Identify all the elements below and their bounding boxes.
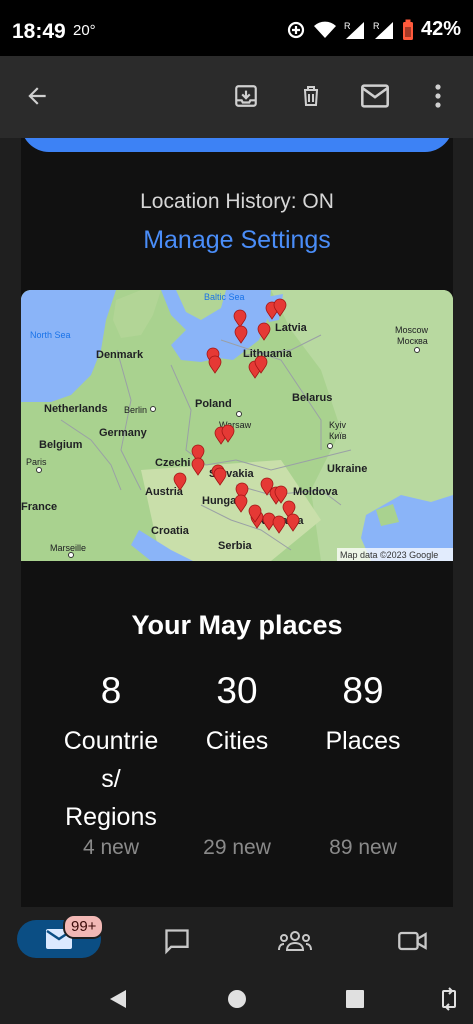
manage-settings-link[interactable]: Manage Settings [21,226,453,255]
map-label-croatia: Croatia [151,525,190,537]
map-label-poland: Poland [195,398,232,410]
map-label-latvia: Latvia [275,322,308,334]
archive-icon [235,85,257,107]
system-navigation [0,972,473,1024]
map-label-kyiv-ua: Київ [329,431,347,441]
status-icons: R R 42% [286,18,461,41]
stat-countries-value: 8 [100,670,122,711]
app-bar [0,56,473,138]
signal-r-icon: R [344,21,364,39]
delete-button[interactable] [291,76,331,116]
map-label-serbia: Serbia [218,540,253,552]
map-label-czechia: Czechi [155,457,190,469]
delete-icon [304,86,318,106]
back-arrow-icon [28,87,46,105]
email-content: Location History: ON Manage Settings Bal… [21,138,453,907]
map-label-germany: Germany [99,427,148,439]
summary-title: Your May places [131,610,343,640]
map-label-paris: Paris [26,457,47,467]
data-saver-icon [287,21,305,38]
system-home-button[interactable] [224,986,250,1012]
meet-icon [398,931,427,951]
more-options-button[interactable] [418,76,458,116]
stat-cities: 30 Cities 29 new [172,668,302,860]
map-label-moscow-ru: Москва [397,336,428,346]
system-back-button[interactable] [105,986,131,1012]
map-label-north-sea: North Sea [30,330,71,340]
nav-spaces[interactable] [278,924,312,958]
svg-text:R: R [373,21,380,31]
more-icon [435,84,441,108]
map-label-kyiv: Kyiv [329,420,347,430]
battery-saver-icon [402,19,413,40]
map-label-austria: Austria [145,486,184,498]
stat-places-value: 89 [342,670,384,711]
battery-percent: 42% [420,18,461,40]
circle-home-icon [228,990,246,1008]
stat-countries: 8 Countrie s/ Regions 4 new [46,668,176,860]
status-time: 18:49 [12,20,66,43]
map-label-moscow: Moscow [395,325,429,335]
mark-unread-icon [361,84,389,108]
map-attribution: Map data ©2023 Google [340,550,438,560]
svg-text:R: R [344,21,351,31]
bottom-navigation: 99+ [0,907,473,972]
map-label-lithuania: Lithuania [243,348,293,360]
map-label-belgium: Belgium [39,439,83,451]
map-label-marseille: Marseille [50,543,86,553]
stat-cities-new: 29 new [203,836,271,859]
signal-r2-icon: R [373,21,393,39]
back-button[interactable] [17,76,57,116]
nav-meet[interactable] [396,924,430,958]
mark-unread-button[interactable] [355,76,395,116]
map-label-belarus: Belarus [292,392,332,404]
square-recents-icon [346,990,364,1008]
map-label-ukraine: Ukraine [327,463,367,475]
map-image: Baltic Sea North Sea Denmark Latvia Mosc… [21,290,453,561]
stat-cities-value: 30 [216,670,258,711]
stat-countries-label: Countrie s/ Regions [63,727,159,831]
map-label-netherlands: Netherlands [44,403,108,415]
rotate-icon [442,987,456,1011]
location-history-status: Location History: ON [140,190,334,213]
triangle-back-icon [110,990,126,1008]
map-label-denmark: Denmark [96,349,144,361]
unread-badge: 99+ [63,914,105,939]
stat-places-new: 89 new [329,836,397,859]
archive-button[interactable] [226,76,266,116]
chat-icon [165,929,189,955]
stat-countries-new: 4 new [82,836,140,859]
stat-places-label: Places [325,727,401,755]
rotate-button[interactable] [436,986,462,1012]
action-button[interactable] [21,138,453,152]
map-label-baltic-sea: Baltic Sea [204,292,245,302]
spaces-icon [278,931,312,951]
map-label-berlin: Berlin [124,405,147,415]
status-temperature: 20° [73,22,96,39]
map-label-moldova: Moldova [293,486,338,498]
map-label-france: France [21,501,57,513]
stat-cities-label: Cities [205,727,269,755]
system-recents-button[interactable] [342,986,368,1012]
places-map[interactable]: Baltic Sea North Sea Denmark Latvia Mosc… [21,290,453,561]
stat-places: 89 Places 89 new [298,668,428,860]
wifi-icon [313,21,336,38]
status-bar: 18:49 20° R R 42% [0,0,473,56]
nav-chat[interactable] [160,924,194,958]
